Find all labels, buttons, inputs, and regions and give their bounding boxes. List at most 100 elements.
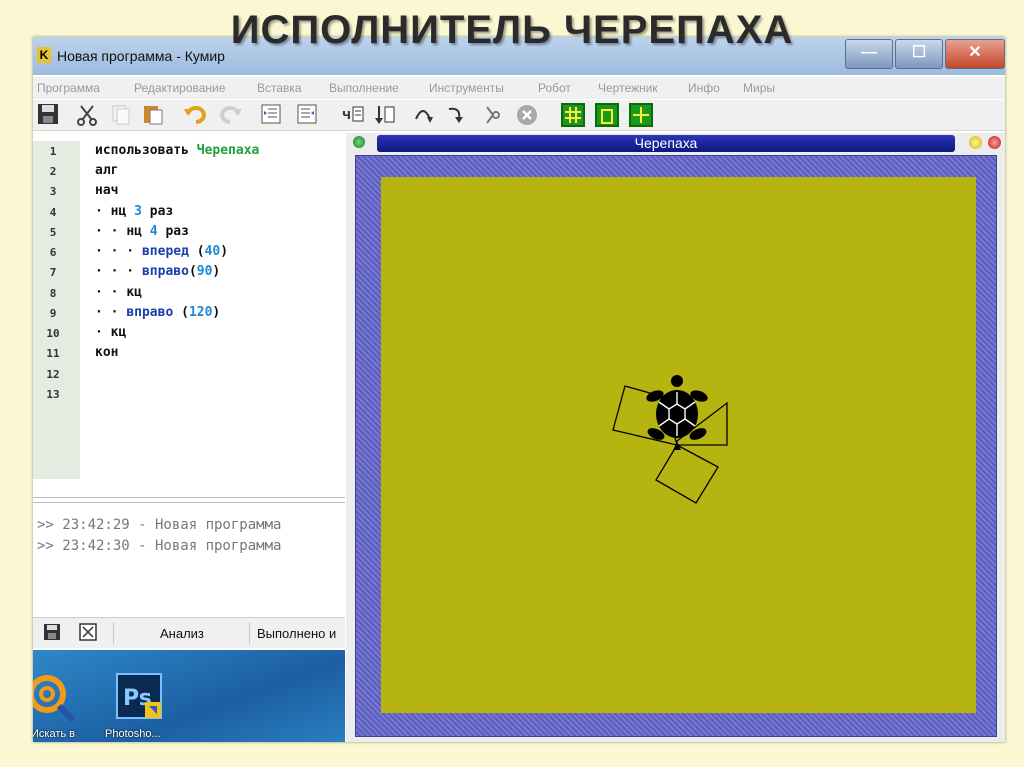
square-trace-3	[655, 444, 719, 504]
line-number: 13	[46, 388, 60, 401]
cut-icon[interactable]	[75, 103, 99, 127]
debug-icon[interactable]	[479, 103, 503, 127]
code-number: 120	[188, 305, 213, 320]
turtle-window: Черепаха	[346, 133, 1005, 742]
indent-marker: · · ·	[95, 244, 142, 259]
outdent-icon[interactable]	[295, 103, 319, 127]
menu-worlds[interactable]: Миры	[743, 81, 775, 95]
code-line[interactable]: кон	[95, 345, 118, 360]
code-paren: (	[173, 305, 189, 320]
paste-icon[interactable]	[141, 103, 165, 127]
turtle-icon	[646, 375, 708, 450]
step-into-icon[interactable]	[411, 103, 435, 127]
code-line[interactable]: · нц 3 раз	[95, 204, 173, 219]
redo-icon[interactable]	[217, 103, 242, 127]
code-line[interactable]: · кц	[95, 325, 126, 340]
copy-icon[interactable]	[109, 103, 133, 127]
minimize-icon[interactable]	[969, 136, 982, 149]
taskbar-label: Photosho...	[105, 728, 161, 740]
code-keyword: нц	[126, 224, 150, 239]
code-number: 90	[196, 264, 213, 279]
line-number: 7	[49, 266, 57, 279]
menu-insert[interactable]: Вставка	[257, 81, 302, 95]
code-keyword: кц	[110, 325, 127, 340]
line-number: 9	[49, 307, 57, 320]
indent-marker: · ·	[95, 305, 127, 320]
code-command: вправо	[126, 305, 174, 320]
indent-marker: · · ·	[95, 264, 142, 279]
console-line: >> 23:42:29 - Новая программа	[37, 517, 282, 533]
step-icon[interactable]	[373, 103, 397, 127]
turtle-canvas[interactable]	[381, 177, 976, 713]
code-line[interactable]: алг	[95, 163, 118, 178]
line-number: 5	[49, 226, 57, 239]
desktop-strip: Искать в Ps Photosho...	[33, 650, 345, 742]
code-keyword: нач	[95, 183, 119, 198]
code-keyword: кц	[126, 285, 142, 300]
editor-console-splitter[interactable]	[33, 497, 345, 503]
photoshop-icon[interactable]: Ps	[115, 672, 162, 719]
code-line[interactable]: нач	[95, 183, 118, 198]
code-number: 3	[134, 204, 142, 219]
frame-icon[interactable]	[595, 103, 619, 127]
line-number: 6	[49, 246, 57, 259]
code-line[interactable]: использовать Черепаха	[95, 143, 259, 158]
status-text: Выполнено и	[257, 626, 337, 641]
line-number: 2	[49, 165, 57, 178]
code-paren: )	[212, 305, 221, 320]
code-line[interactable]: · · · вправо(90)	[95, 264, 220, 279]
status-bar: Анализ Выполнено и	[33, 617, 345, 648]
line-number-gutter: 1 2 3 4 5 6 7 8 9 10 11 12 13	[33, 141, 80, 479]
close-icon[interactable]	[988, 136, 1001, 149]
cross-icon[interactable]	[629, 103, 653, 127]
analysis-label: Анализ	[160, 626, 204, 641]
code-line[interactable]: · · кц	[95, 285, 142, 300]
line-number: 11	[46, 347, 60, 360]
menu-bar: Программа Редактирование Вставка Выполне…	[33, 77, 1005, 99]
line-number: 12	[46, 368, 60, 381]
menu-program[interactable]: Программа	[37, 81, 100, 95]
menu-robot[interactable]: Робот	[538, 81, 571, 95]
line-number: 3	[49, 185, 57, 198]
code-keyword: алг	[95, 163, 119, 178]
code-line[interactable]: · · нц 4 раз	[95, 224, 189, 239]
code-line[interactable]: · · вправо (120)	[95, 305, 220, 320]
grid-icon[interactable]	[561, 103, 585, 127]
indent-marker: ·	[95, 325, 111, 340]
pin-icon[interactable]	[353, 136, 365, 148]
turtle-drawing	[612, 375, 728, 504]
save-icon[interactable]	[36, 103, 60, 127]
toolbar: Ч	[33, 100, 1005, 131]
at-search-icon[interactable]	[33, 672, 76, 723]
indent-icon[interactable]	[259, 103, 283, 127]
save-icon[interactable]	[43, 623, 61, 644]
code-keyword: раз	[157, 224, 189, 239]
code-number: 40	[204, 244, 221, 259]
run-icon[interactable]: Ч	[341, 103, 365, 127]
code-paren: (	[188, 264, 197, 279]
step-out-icon[interactable]	[443, 103, 467, 127]
indent-marker: · ·	[95, 224, 127, 239]
stop-icon[interactable]	[515, 103, 539, 127]
code-number: 4	[149, 224, 158, 239]
menu-info[interactable]: Инфо	[688, 81, 720, 95]
indent-marker: · ·	[95, 285, 127, 300]
menu-draftsman[interactable]: Чертежник	[598, 81, 658, 95]
line-number: 1	[49, 145, 57, 158]
slide-title: ИСПОЛНИТЕЛЬ ЧЕРЕПАХА	[230, 8, 794, 52]
code-paren: (	[188, 244, 205, 259]
menu-tools[interactable]: Инструменты	[429, 81, 504, 95]
close-file-icon[interactable]	[79, 623, 97, 644]
taskbar-label: Искать в	[33, 728, 76, 740]
code-keyword: использовать	[95, 143, 197, 158]
turtle-window-title[interactable]: Черепаха	[377, 135, 955, 152]
line-number: 10	[46, 327, 60, 340]
code-keyword: нц	[110, 204, 135, 219]
menu-edit[interactable]: Редактирование	[134, 81, 225, 95]
svg-text:Ч: Ч	[342, 109, 351, 122]
undo-icon[interactable]	[183, 103, 207, 127]
status-divider	[113, 622, 114, 644]
indent-marker: ·	[95, 204, 111, 219]
code-line[interactable]: · · · вперед (40)	[95, 244, 228, 259]
menu-run[interactable]: Выполнение	[329, 81, 399, 95]
